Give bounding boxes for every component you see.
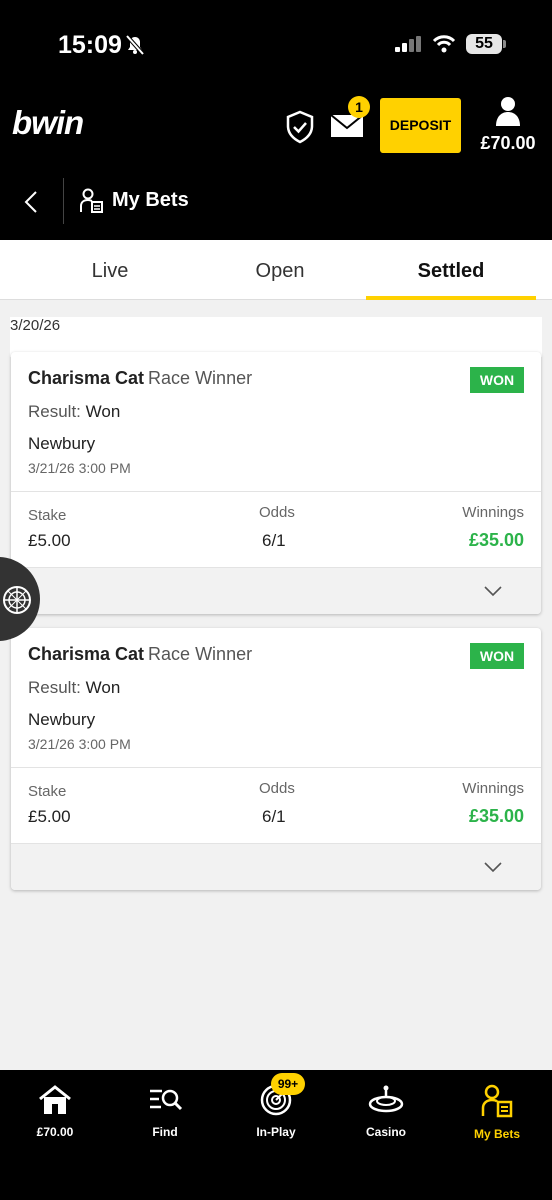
battery-nub [503, 40, 506, 48]
tab-settled[interactable]: Settled [366, 240, 536, 300]
stake-value: £5.00 [28, 531, 71, 550]
status-badge: WON [470, 643, 524, 669]
user-icon [496, 97, 520, 130]
stake-value: £5.00 [28, 807, 71, 826]
account-balance: £70.00 [480, 133, 536, 153]
card-divider [11, 491, 541, 492]
nav-casino[interactable]: Casino [336, 1084, 436, 1139]
search-icon [147, 1089, 183, 1120]
bet-card[interactable]: Charisma Cat Race Winner WON Result: Won … [11, 628, 541, 890]
nav-home-label: £70.00 [36, 1125, 74, 1139]
market-name: Race Winner [148, 644, 253, 664]
chevron-down-icon[interactable] [483, 584, 503, 602]
inplay-radar-icon [258, 1084, 294, 1120]
card-expand-bar[interactable] [11, 567, 541, 614]
header-divider [63, 178, 64, 224]
my-bets-icon [479, 1084, 515, 1122]
result-value: Won [85, 678, 121, 697]
card-divider [11, 767, 541, 768]
bet-selection: Charisma Cat Race Winner [28, 644, 252, 665]
winnings-label: Winnings [462, 504, 524, 521]
result-label: Result: [28, 402, 81, 421]
page-title: My Bets [112, 189, 189, 211]
my-bets-icon [80, 188, 104, 219]
odds-label: Odds [259, 504, 295, 521]
market-name: Race Winner [148, 368, 253, 388]
bet-card[interactable]: Charisma Cat Race Winner WON Result: Won … [11, 352, 541, 614]
bet-tabs: Live Open Settled [0, 240, 552, 300]
selection-name: Charisma Cat [28, 644, 145, 664]
nav-find[interactable]: Find [115, 1084, 215, 1139]
stake-label: Stake [28, 507, 67, 524]
mail-badge: 1 [348, 96, 370, 118]
brand-logo[interactable]: bwin [12, 104, 84, 142]
home-icon [37, 1085, 73, 1120]
odds-label: Odds [259, 780, 295, 797]
result-label: Result: [28, 678, 81, 697]
app-header: bwin 1 DEPOSIT £70.00 [0, 90, 552, 160]
chevron-down-icon[interactable] [483, 860, 503, 878]
winnings-label: Winnings [462, 780, 524, 797]
nav-home[interactable]: £70.00 [5, 1084, 105, 1139]
result-value: Won [85, 402, 121, 421]
nav-my-bets[interactable]: My Bets [447, 1084, 547, 1141]
nav-my-bets-label: My Bets [473, 1127, 520, 1141]
winnings-value: £35.00 [468, 530, 524, 550]
date-group: 3/20/26 [10, 317, 542, 357]
deposit-button[interactable]: DEPOSIT [380, 98, 461, 153]
shield-check-icon[interactable] [285, 110, 315, 149]
battery-indicator: 55 [466, 34, 502, 54]
status-time: 15:09 [58, 31, 122, 59]
wifi-icon [432, 34, 456, 59]
status-bar: 15:09 55 [0, 0, 552, 90]
nav-casino-label: Casino [365, 1125, 406, 1139]
bell-muted-icon [124, 34, 146, 61]
casino-roulette-icon [368, 1085, 404, 1120]
back-chevron-icon[interactable] [22, 190, 42, 219]
bottom-nav: £70.00 Find In-Play 99+ Casino My Bets [0, 1070, 552, 1200]
inplay-count-badge: 99+ [271, 1073, 305, 1095]
active-tab-indicator [366, 296, 536, 300]
bet-result: Result: Won [28, 678, 120, 698]
bet-selection: Charisma Cat Race Winner [28, 368, 252, 389]
page-header: My Bets [0, 160, 552, 240]
stake-label: Stake [28, 783, 67, 800]
tab-live[interactable]: Live [25, 240, 195, 300]
nav-inplay-label: In-Play [256, 1125, 296, 1139]
cellular-signal-icon [395, 36, 423, 57]
odds-value: 6/1 [262, 531, 286, 550]
bet-result: Result: Won [28, 402, 120, 422]
status-badge: WON [470, 367, 524, 393]
winnings-value: £35.00 [468, 806, 524, 826]
card-expand-bar[interactable] [11, 843, 541, 890]
event-name: Newbury [28, 710, 96, 729]
event-time: 3/21/26 3:00 PM [28, 460, 131, 476]
mail-icon[interactable] [330, 114, 364, 143]
tab-open[interactable]: Open [195, 240, 365, 300]
event-time: 3/21/26 3:00 PM [28, 736, 131, 752]
group-date: 3/20/26 [10, 317, 61, 334]
account-button[interactable]: £70.00 [468, 96, 548, 154]
selection-name: Charisma Cat [28, 368, 145, 388]
odds-value: 6/1 [262, 807, 286, 826]
nav-find-label: Find [152, 1125, 178, 1139]
event-name: Newbury [28, 434, 96, 453]
